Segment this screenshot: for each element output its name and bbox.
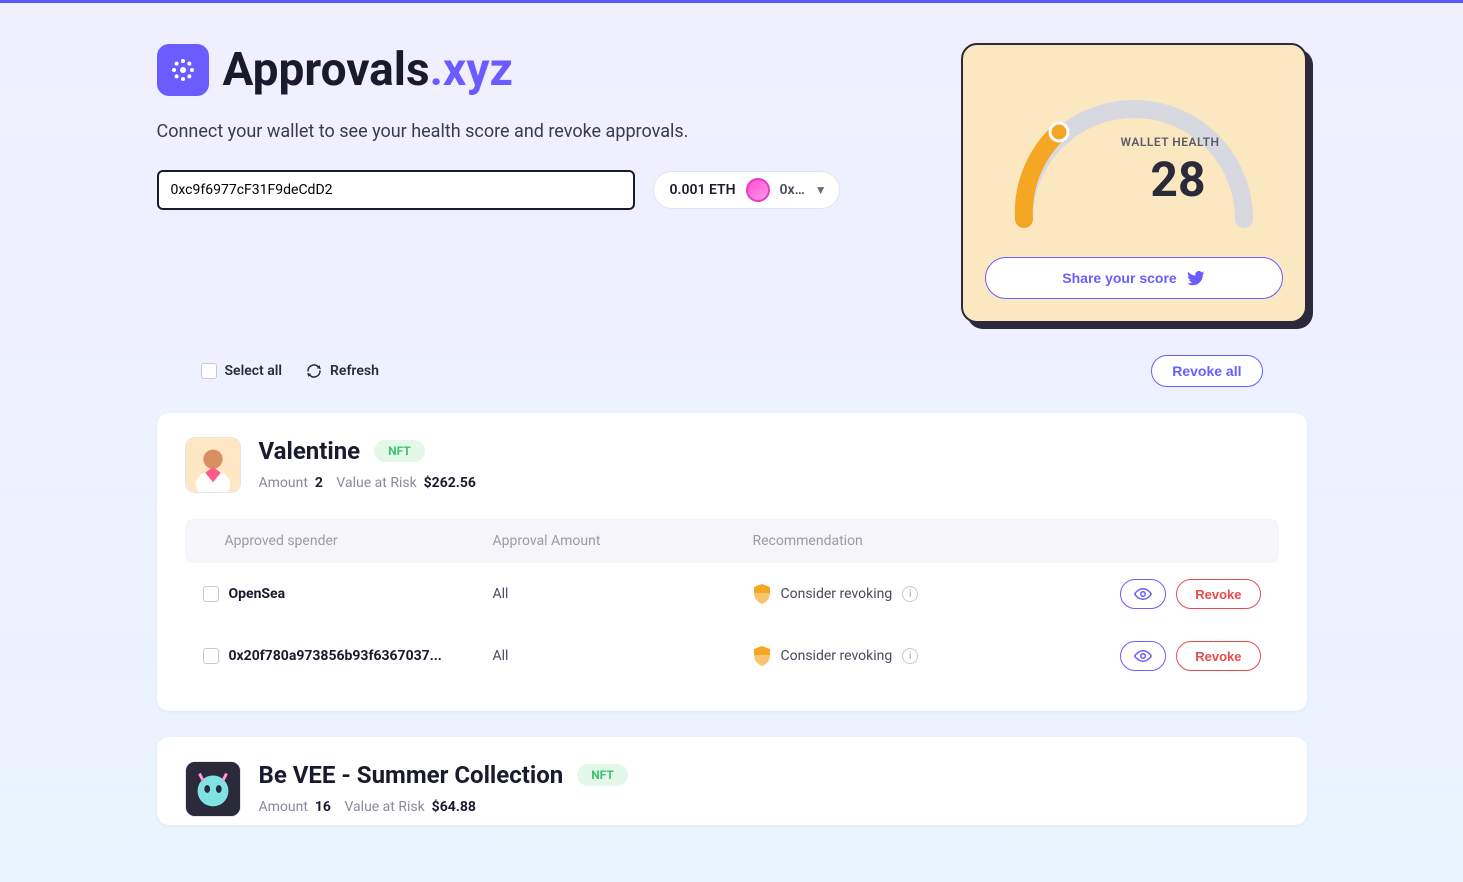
- nft-badge: NFT: [577, 764, 628, 786]
- asset-title: Valentine: [259, 437, 361, 465]
- col-header-amount: Approval Amount: [493, 533, 753, 549]
- wallet-short-address: 0x…: [780, 182, 805, 198]
- brand-suffix: .xyz: [430, 43, 513, 97]
- health-gauge: WALLET HEALTH 28: [1004, 79, 1264, 229]
- twitter-icon: [1187, 271, 1205, 286]
- brand-main: Approvals: [223, 43, 430, 97]
- select-all-toggle[interactable]: Select all: [201, 363, 283, 379]
- view-button[interactable]: [1120, 641, 1166, 671]
- wallet-selector[interactable]: 0.001 ETH 0x… ▼: [653, 171, 840, 209]
- asset-thumbnail: [185, 761, 241, 817]
- share-score-button[interactable]: Share your score: [985, 257, 1283, 299]
- amount-label: Amount: [259, 475, 308, 491]
- nft-badge: NFT: [374, 440, 425, 462]
- asset-card: Valentine NFT Amount 2 Value at Risk $26…: [157, 413, 1307, 711]
- value-at-risk-label: Value at Risk: [344, 799, 424, 815]
- refresh-icon: [306, 363, 322, 379]
- approval-amount: All: [493, 586, 753, 602]
- asset-value-at-risk: $64.88: [432, 799, 476, 815]
- recommendation-text: Consider revoking: [781, 648, 893, 664]
- logo-icon: [157, 44, 209, 96]
- share-label: Share your score: [1062, 270, 1176, 286]
- shield-warning-icon: [753, 646, 771, 666]
- health-label: WALLET HEALTH: [1121, 135, 1220, 149]
- logo: Approvals.xyz: [157, 43, 961, 97]
- spender-name: OpenSea: [229, 586, 286, 602]
- eye-icon: [1134, 588, 1152, 600]
- col-header-spender: Approved spender: [203, 533, 493, 549]
- wallet-avatar-icon: [746, 178, 770, 202]
- revoke-button[interactable]: Revoke: [1176, 579, 1260, 609]
- recommendation-text: Consider revoking: [781, 586, 893, 602]
- select-all-label: Select all: [225, 363, 283, 379]
- address-input[interactable]: [157, 170, 635, 210]
- spender-row: OpenSea All Consider revoking i Revoke: [185, 563, 1279, 625]
- asset-card: Be VEE - Summer Collection NFT Amount 16…: [157, 737, 1307, 825]
- table-header: Approved spender Approval Amount Recomme…: [185, 519, 1279, 563]
- wallet-balance: 0.001 ETH: [670, 182, 736, 198]
- value-at-risk-label: Value at Risk: [336, 475, 416, 491]
- health-score: 28: [1150, 151, 1205, 208]
- chevron-down-icon: ▼: [815, 183, 827, 197]
- wallet-health-card: WALLET HEALTH 28 Share your score: [961, 43, 1307, 323]
- refresh-label: Refresh: [330, 363, 379, 379]
- row-checkbox[interactable]: [203, 586, 219, 602]
- asset-thumbnail: [185, 437, 241, 493]
- checkbox-icon: [201, 363, 217, 379]
- view-button[interactable]: [1120, 579, 1166, 609]
- page-subtitle: Connect your wallet to see your health s…: [157, 121, 961, 142]
- spender-name: 0x20f780a973856b93f6367037...: [229, 648, 442, 664]
- asset-amount: 2: [315, 475, 323, 491]
- info-icon[interactable]: i: [902, 586, 918, 602]
- asset-amount: 16: [315, 799, 331, 815]
- asset-title: Be VEE - Summer Collection: [259, 761, 564, 789]
- asset-value-at-risk: $262.56: [424, 475, 476, 491]
- col-header-recommendation: Recommendation: [753, 533, 1086, 549]
- amount-label: Amount: [259, 799, 308, 815]
- refresh-button[interactable]: Refresh: [306, 363, 379, 379]
- brand-title: Approvals.xyz: [223, 43, 513, 97]
- shield-warning-icon: [753, 584, 771, 604]
- spender-row: 0x20f780a973856b93f6367037... All Consid…: [185, 625, 1279, 687]
- approval-amount: All: [493, 648, 753, 664]
- revoke-button[interactable]: Revoke: [1176, 641, 1260, 671]
- revoke-all-button[interactable]: Revoke all: [1151, 355, 1262, 387]
- eye-icon: [1134, 650, 1152, 662]
- info-icon[interactable]: i: [902, 648, 918, 664]
- row-checkbox[interactable]: [203, 648, 219, 664]
